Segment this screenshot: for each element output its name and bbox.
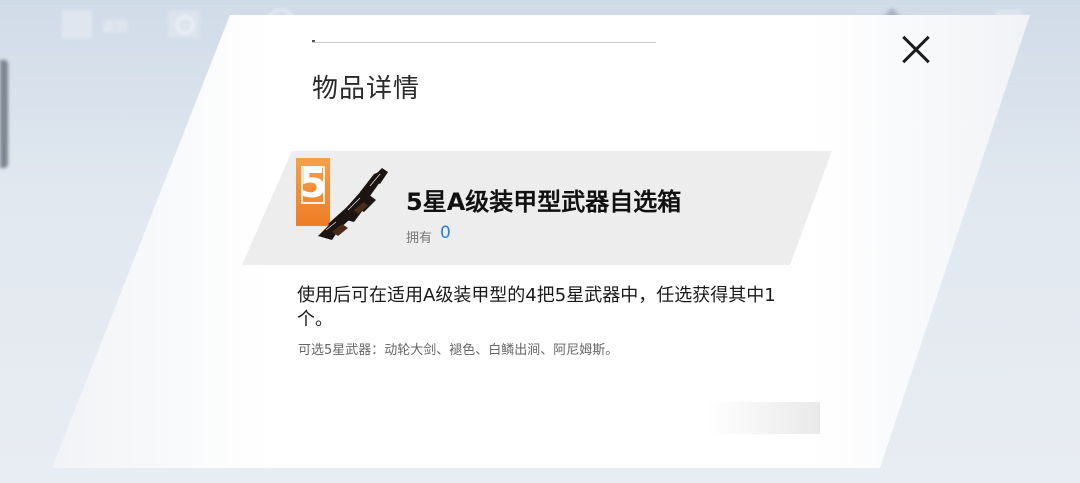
owned-label: 拥有 — [406, 231, 433, 246]
item-description-sub: 可选5星武器：动轮大剑、褪色、白鳞出涧、阿尼姆斯。 — [298, 343, 619, 358]
weapon-icon — [318, 168, 388, 240]
use-button[interactable] — [708, 402, 820, 434]
owned-count: 0 — [440, 223, 451, 243]
item-name: 5星A级装甲型武器自选箱 — [406, 188, 682, 216]
top-divider — [312, 42, 656, 43]
dialog-title: 物品详情 — [312, 74, 421, 104]
item-description: 使用后可在适用A级装甲型的4把5星武器中，任选获得其中1个。 — [297, 285, 776, 330]
close-button[interactable] — [896, 30, 936, 70]
